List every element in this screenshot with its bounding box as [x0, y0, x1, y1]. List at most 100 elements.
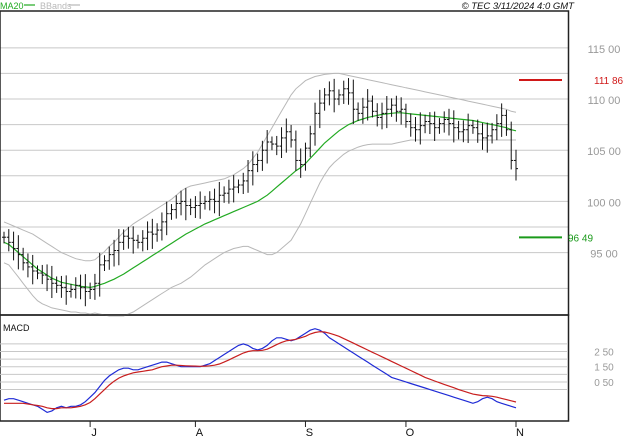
price-bar: [179, 190, 184, 216]
price-bar: [145, 221, 150, 251]
price-bar: [351, 79, 356, 124]
macd-tick-label: 1 50: [594, 363, 614, 374]
price-tick-label: 95 00: [590, 249, 618, 261]
price-bar: [107, 246, 112, 270]
x-tick-label: N: [516, 427, 524, 439]
price-bar: [21, 247, 26, 271]
price-bar: [155, 223, 160, 242]
price-bar: [97, 252, 102, 297]
price-tick-label: 115 00: [588, 44, 621, 56]
price-bar: [207, 191, 212, 211]
price-bar: [365, 89, 370, 121]
price-bar: [169, 204, 174, 220]
price-bar: [447, 108, 452, 136]
price-bar: [25, 253, 30, 278]
price-bar: [40, 264, 45, 285]
price-bar: [303, 142, 308, 171]
level-label: 111 86: [594, 76, 624, 87]
price-bar: [226, 179, 231, 204]
price-bar: [217, 181, 222, 217]
price-bar: [68, 283, 73, 298]
price-bar: [461, 120, 466, 143]
price-bar: [346, 78, 351, 105]
price-bar: [399, 97, 404, 125]
price-bar: [480, 123, 485, 150]
level-label: 96 49: [568, 233, 593, 244]
price-marks: [2, 72, 518, 317]
price-tick-label: 100 00: [587, 197, 621, 209]
price-bar: [198, 191, 203, 219]
price-bar: [135, 234, 140, 249]
price-bar: [59, 275, 64, 298]
macd-title: MACD: [3, 323, 30, 333]
price-bar: [413, 116, 418, 142]
price-bar: [6, 229, 11, 252]
price-bar: [255, 153, 260, 173]
macd-y-axis: 0 50 1 50 2 50: [594, 347, 614, 388]
price-bar: [380, 102, 385, 130]
price-bar: [45, 264, 50, 292]
price-bar: [336, 89, 341, 106]
ma20-line: [3, 112, 517, 289]
price-bar: [236, 179, 241, 194]
price-bar: [231, 175, 236, 203]
price-bar: [83, 274, 88, 307]
price-bar: [451, 110, 456, 143]
price-bar: [11, 231, 16, 261]
price-bar: [298, 148, 303, 178]
price-bar: [423, 114, 428, 134]
price-bar: [317, 89, 322, 129]
x-tick-label: A: [196, 427, 204, 439]
price-bar: [49, 265, 54, 299]
price-bar: [504, 109, 509, 136]
price-bar: [174, 195, 179, 219]
x-tick-label: O: [406, 427, 415, 439]
macd-tick-label: 2 50: [594, 347, 614, 358]
price-bar: [341, 80, 346, 104]
price-bar: [265, 130, 270, 164]
price-bar: [289, 124, 294, 148]
price-bar: [279, 127, 284, 158]
price-bar: [485, 122, 490, 153]
chart-root: 95 00 100 00 105 00 110 00 115 00 111 86 96 4…: [0, 0, 627, 440]
price-bar: [403, 103, 408, 128]
price-bar: [494, 114, 499, 141]
price-bar: [164, 201, 169, 236]
price-bar: [308, 125, 313, 158]
bbands-upper-line: [3, 72, 517, 262]
macd-line: [3, 328, 517, 414]
price-bar: [54, 276, 59, 293]
price-bar: [193, 196, 198, 218]
price-bar: [456, 120, 461, 140]
price-tick-label: 110 00: [588, 95, 621, 107]
price-bar: [140, 230, 145, 252]
price-bar: [202, 195, 207, 210]
price-bar: [394, 95, 399, 122]
macd-tick-label: 0 50: [594, 378, 614, 389]
price-bar: [131, 226, 136, 254]
legend-ma20: MA20: [0, 1, 24, 11]
price-bar: [102, 255, 107, 272]
signal-line: [4, 331, 517, 410]
price-bar: [2, 231, 6, 244]
price-bar: [475, 119, 480, 143]
price-bar: [116, 229, 121, 266]
price-bar: [284, 118, 289, 153]
price-bar: [246, 159, 251, 193]
copyright-text: © TEC 3/11/2024 4:0 GMT: [462, 1, 576, 12]
price-bar: [384, 95, 389, 129]
price-bar: [73, 277, 78, 299]
price-bar: [150, 218, 155, 249]
legend-bbands: BBands: [40, 1, 72, 11]
price-bar: [260, 140, 265, 171]
price-grid: [0, 47, 568, 289]
price-bar: [442, 111, 447, 133]
price-bar: [126, 226, 131, 249]
x-tick-label: S: [306, 427, 313, 439]
price-bar: [222, 186, 227, 203]
price-bar: [327, 81, 332, 106]
x-tick-label: J: [91, 427, 97, 439]
price-bar: [269, 136, 274, 151]
price-bar: [437, 118, 442, 134]
price-bar: [121, 229, 126, 250]
